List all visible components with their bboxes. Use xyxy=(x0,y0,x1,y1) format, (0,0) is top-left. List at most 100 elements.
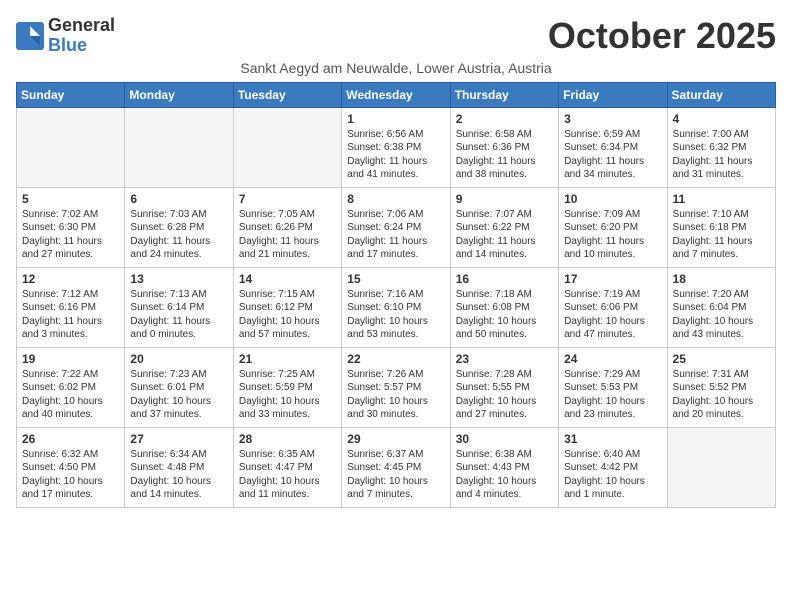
calendar-header: SundayMondayTuesdayWednesdayThursdayFrid… xyxy=(17,82,776,107)
day-info: Sunrise: 7:28 AM Sunset: 5:55 PM Dayligh… xyxy=(456,368,553,422)
day-number: 28 xyxy=(239,432,336,446)
calendar-week-row: 12 Sunrise: 7:12 AM Sunset: 6:16 PM Dayli… xyxy=(17,267,776,347)
day-number: 21 xyxy=(239,352,336,366)
day-info: Sunrise: 7:18 AM Sunset: 6:08 PM Dayligh… xyxy=(456,288,553,342)
calendar-cell: 1 Sunrise: 6:56 AM Sunset: 6:38 PM Daylig… xyxy=(342,107,450,187)
calendar-cell: 22Sunrise: 7:26 AM Sunset: 5:57 PM Dayli… xyxy=(342,347,450,427)
day-number: 19 xyxy=(22,352,119,366)
day-info: Sunrise: 7:10 AM Sunset: 6:18 PM Dayligh… xyxy=(673,208,770,262)
day-info: Sunrise: 7:03 AM Sunset: 6:28 PM Dayligh… xyxy=(130,208,227,262)
day-info: Sunrise: 7:31 AM Sunset: 5:52 PM Dayligh… xyxy=(673,368,770,422)
calendar-cell xyxy=(17,107,125,187)
page-header: General Blue October 2025 xyxy=(16,16,776,56)
calendar-cell: 4 Sunrise: 7:00 AM Sunset: 6:32 PM Daylig… xyxy=(667,107,775,187)
calendar-cell: 16 Sunrise: 7:18 AM Sunset: 6:08 PM Dayli… xyxy=(450,267,558,347)
day-info: Sunrise: 6:59 AM Sunset: 6:34 PM Dayligh… xyxy=(564,128,661,182)
day-info: Sunrise: 7:16 AM Sunset: 6:10 PM Dayligh… xyxy=(347,288,444,342)
weekday-header-row: SundayMondayTuesdayWednesdayThursdayFrid… xyxy=(17,82,776,107)
day-number: 23 xyxy=(456,352,553,366)
calendar-cell: 11 Sunrise: 7:10 AM Sunset: 6:18 PM Dayli… xyxy=(667,187,775,267)
calendar-cell: 12 Sunrise: 7:12 AM Sunset: 6:16 PM Dayli… xyxy=(17,267,125,347)
day-number: 26 xyxy=(22,432,119,446)
month-title: October 2025 xyxy=(548,16,776,56)
day-number: 4 xyxy=(673,112,770,126)
day-number: 17 xyxy=(564,272,661,286)
calendar-cell: 6 Sunrise: 7:03 AM Sunset: 6:28 PM Daylig… xyxy=(125,187,233,267)
location-subtitle: Sankt Aegyd am Neuwalde, Lower Austria, … xyxy=(16,60,776,76)
calendar-body: 1 Sunrise: 6:56 AM Sunset: 6:38 PM Daylig… xyxy=(17,107,776,507)
calendar-cell: 30Sunrise: 6:38 AM Sunset: 4:43 PM Dayli… xyxy=(450,427,558,507)
calendar-cell: 9Sunrise: 7:07 AM Sunset: 6:22 PM Daylig… xyxy=(450,187,558,267)
weekday-header-friday: Friday xyxy=(559,82,667,107)
weekday-header-tuesday: Tuesday xyxy=(233,82,341,107)
day-number: 15 xyxy=(347,272,444,286)
day-number: 25 xyxy=(673,352,770,366)
weekday-header-wednesday: Wednesday xyxy=(342,82,450,107)
day-number: 6 xyxy=(130,192,227,206)
day-number: 9 xyxy=(456,192,553,206)
day-info: Sunrise: 7:19 AM Sunset: 6:06 PM Dayligh… xyxy=(564,288,661,342)
day-info: Sunrise: 6:32 AM Sunset: 4:50 PM Dayligh… xyxy=(22,448,119,502)
calendar-cell: 25 Sunrise: 7:31 AM Sunset: 5:52 PM Dayli… xyxy=(667,347,775,427)
calendar-cell: 21 Sunrise: 7:25 AM Sunset: 5:59 PM Dayli… xyxy=(233,347,341,427)
calendar-cell: 31 Sunrise: 6:40 AM Sunset: 4:42 PM Dayli… xyxy=(559,427,667,507)
calendar-cell: 20 Sunrise: 7:23 AM Sunset: 6:01 PM Dayli… xyxy=(125,347,233,427)
day-info: Sunrise: 7:05 AM Sunset: 6:26 PM Dayligh… xyxy=(239,208,336,262)
calendar-cell xyxy=(233,107,341,187)
calendar-cell: 29 Sunrise: 6:37 AM Sunset: 4:45 PM Dayli… xyxy=(342,427,450,507)
day-number: 14 xyxy=(239,272,336,286)
day-number: 7 xyxy=(239,192,336,206)
day-number: 27 xyxy=(130,432,227,446)
day-info: Sunrise: 7:09 AM Sunset: 6:20 PM Dayligh… xyxy=(564,208,661,262)
calendar-cell: 15 Sunrise: 7:16 AM Sunset: 6:10 PM Dayli… xyxy=(342,267,450,347)
day-info: Sunrise: 7:22 AM Sunset: 6:02 PM Dayligh… xyxy=(22,368,119,422)
day-number: 16 xyxy=(456,272,553,286)
day-number: 2 xyxy=(456,112,553,126)
day-info: Sunrise: 7:00 AM Sunset: 6:32 PM Dayligh… xyxy=(673,128,770,182)
day-number: 3 xyxy=(564,112,661,126)
calendar-cell: 14Sunrise: 7:15 AM Sunset: 6:12 PM Dayli… xyxy=(233,267,341,347)
day-number: 30 xyxy=(456,432,553,446)
weekday-header-thursday: Thursday xyxy=(450,82,558,107)
calendar-cell: 3 Sunrise: 6:59 AM Sunset: 6:34 PM Daylig… xyxy=(559,107,667,187)
day-info: Sunrise: 6:56 AM Sunset: 6:38 PM Dayligh… xyxy=(347,128,444,182)
day-number: 31 xyxy=(564,432,661,446)
calendar-week-row: 26 Sunrise: 6:32 AM Sunset: 4:50 PM Dayli… xyxy=(17,427,776,507)
calendar-cell: 27 Sunrise: 6:34 AM Sunset: 4:48 PM Dayli… xyxy=(125,427,233,507)
day-number: 18 xyxy=(673,272,770,286)
calendar-table: SundayMondayTuesdayWednesdayThursdayFrid… xyxy=(16,82,776,508)
calendar-week-row: 5Sunrise: 7:02 AM Sunset: 6:30 PM Daylig… xyxy=(17,187,776,267)
calendar-cell: 8 Sunrise: 7:06 AM Sunset: 6:24 PM Daylig… xyxy=(342,187,450,267)
day-info: Sunrise: 7:06 AM Sunset: 6:24 PM Dayligh… xyxy=(347,208,444,262)
day-info: Sunrise: 6:40 AM Sunset: 4:42 PM Dayligh… xyxy=(564,448,661,502)
day-info: Sunrise: 7:25 AM Sunset: 5:59 PM Dayligh… xyxy=(239,368,336,422)
day-number: 12 xyxy=(22,272,119,286)
logo-text: General Blue xyxy=(48,16,115,56)
calendar-cell: 24Sunrise: 7:29 AM Sunset: 5:53 PM Dayli… xyxy=(559,347,667,427)
calendar-cell: 2Sunrise: 6:58 AM Sunset: 6:36 PM Daylig… xyxy=(450,107,558,187)
logo-blue: Blue xyxy=(48,36,115,56)
day-info: Sunrise: 6:35 AM Sunset: 4:47 PM Dayligh… xyxy=(239,448,336,502)
calendar-cell xyxy=(125,107,233,187)
day-number: 1 xyxy=(347,112,444,126)
calendar-cell: 7 Sunrise: 7:05 AM Sunset: 6:26 PM Daylig… xyxy=(233,187,341,267)
day-info: Sunrise: 7:20 AM Sunset: 6:04 PM Dayligh… xyxy=(673,288,770,342)
day-number: 29 xyxy=(347,432,444,446)
day-number: 20 xyxy=(130,352,227,366)
day-number: 11 xyxy=(673,192,770,206)
calendar-week-row: 1 Sunrise: 6:56 AM Sunset: 6:38 PM Daylig… xyxy=(17,107,776,187)
logo: General Blue xyxy=(16,16,115,56)
logo-general: General xyxy=(48,16,115,36)
day-info: Sunrise: 6:37 AM Sunset: 4:45 PM Dayligh… xyxy=(347,448,444,502)
day-info: Sunrise: 7:12 AM Sunset: 6:16 PM Dayligh… xyxy=(22,288,119,342)
calendar-cell: 23 Sunrise: 7:28 AM Sunset: 5:55 PM Dayli… xyxy=(450,347,558,427)
day-info: Sunrise: 7:13 AM Sunset: 6:14 PM Dayligh… xyxy=(130,288,227,342)
calendar-cell xyxy=(667,427,775,507)
weekday-header-sunday: Sunday xyxy=(17,82,125,107)
day-info: Sunrise: 7:23 AM Sunset: 6:01 PM Dayligh… xyxy=(130,368,227,422)
day-info: Sunrise: 7:29 AM Sunset: 5:53 PM Dayligh… xyxy=(564,368,661,422)
day-info: Sunrise: 7:02 AM Sunset: 6:30 PM Dayligh… xyxy=(22,208,119,262)
day-info: Sunrise: 6:34 AM Sunset: 4:48 PM Dayligh… xyxy=(130,448,227,502)
calendar-cell: 5Sunrise: 7:02 AM Sunset: 6:30 PM Daylig… xyxy=(17,187,125,267)
day-number: 8 xyxy=(347,192,444,206)
